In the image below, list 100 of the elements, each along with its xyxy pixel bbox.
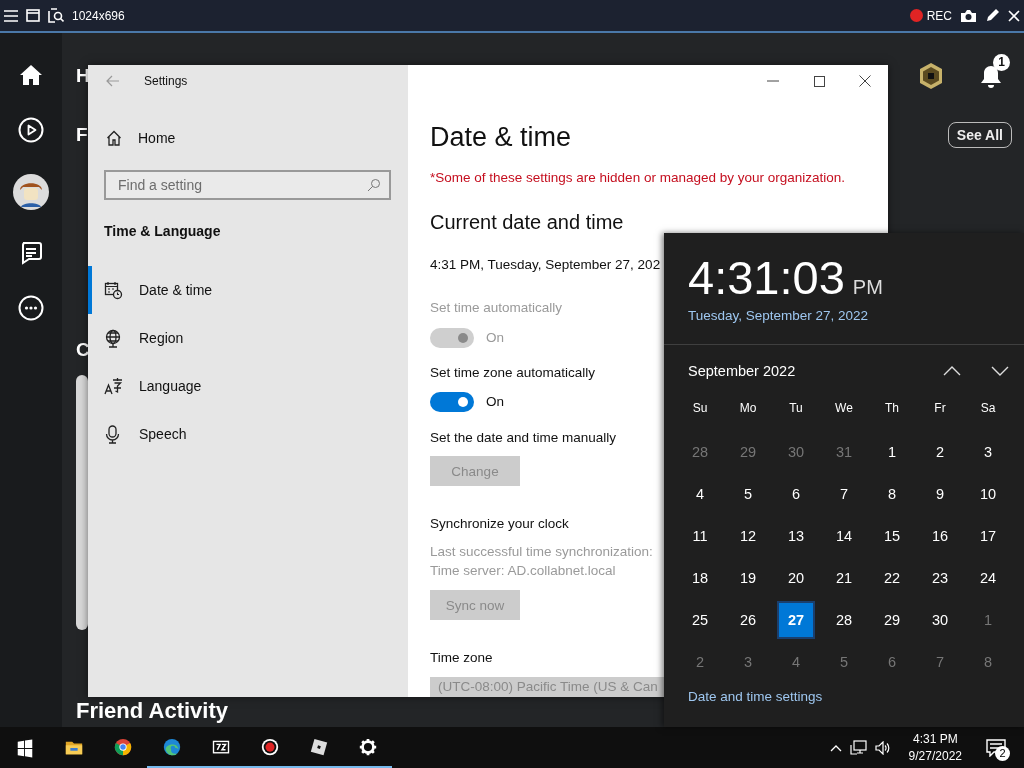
record-icon[interactable] (259, 737, 280, 758)
toggle-label: Set time automatically (430, 299, 563, 317)
calendar-day[interactable]: 27 (777, 601, 815, 639)
more-icon[interactable] (18, 295, 44, 321)
clock-time: 4:31:03 (688, 252, 845, 304)
window-icon[interactable] (26, 9, 40, 22)
calendar-day[interactable]: 10 (969, 475, 1007, 513)
calendar-day[interactable]: 26 (729, 601, 767, 639)
calendar-day[interactable]: 16 (921, 517, 959, 555)
chevron-down-icon (991, 366, 1009, 376)
calendar-day[interactable]: 4 (681, 475, 719, 513)
toggle-state: On (486, 393, 504, 411)
calendar-day[interactable]: 6 (777, 475, 815, 513)
camera-icon[interactable] (960, 8, 977, 23)
home-link[interactable]: Home (88, 122, 408, 154)
weekday-label: Tu (788, 400, 804, 417)
calendar-day[interactable]: 28 (681, 433, 719, 471)
calendar-day[interactable]: 12 (729, 517, 767, 555)
calendar-day[interactable]: 14 (825, 517, 863, 555)
see-all-button[interactable]: See All (947, 122, 1012, 148)
calendar-day[interactable]: 6 (873, 643, 911, 681)
calendar-day[interactable]: 5 (825, 643, 863, 681)
hexagon-coin-icon[interactable] (918, 62, 944, 90)
calendar-day[interactable]: 30 (921, 601, 959, 639)
calendar-day[interactable]: 4 (777, 643, 815, 681)
browser-icon[interactable] (112, 737, 133, 758)
calendar-day[interactable]: 28 (825, 601, 863, 639)
notification-badge: 2 (995, 746, 1010, 761)
search-icon[interactable] (367, 178, 381, 192)
maximize-icon (813, 75, 825, 87)
calendar-day[interactable]: 5 (729, 475, 767, 513)
calendar-day[interactable]: 23 (921, 559, 959, 597)
calendar-day[interactable]: 18 (681, 559, 719, 597)
calendar-day[interactable]: 19 (729, 559, 767, 597)
calendar-day[interactable]: 15 (873, 517, 911, 555)
record-label[interactable]: REC (926, 8, 952, 23)
policy-notice: *Some of these settings are hidden or managed by your organization. (430, 169, 845, 187)
calendar-day[interactable]: 11 (681, 517, 719, 555)
calendar-day[interactable]: 13 (777, 517, 815, 555)
calendar-day[interactable]: 3 (729, 643, 767, 681)
toggle-label: Set time zone automatically (430, 364, 596, 382)
calendar-day[interactable]: 3 (969, 433, 1007, 471)
calendar-day[interactable]: 25 (681, 601, 719, 639)
weekday-label: Sa (979, 400, 997, 417)
nav-item[interactable]: Region (88, 314, 408, 362)
bell-icon[interactable] (980, 64, 1002, 88)
avatar-icon[interactable] (12, 173, 50, 211)
calendar-day[interactable]: 1 (969, 601, 1007, 639)
calendar-day[interactable]: 29 (873, 601, 911, 639)
toggle-state: On (486, 329, 504, 347)
resolution-label: 1024x696 (72, 8, 125, 23)
calendar-day[interactable]: 24 (969, 559, 1007, 597)
weekday-label: We (834, 400, 854, 417)
chat-icon[interactable] (19, 241, 43, 265)
play-icon[interactable] (18, 117, 44, 143)
calendar-day[interactable]: 30 (777, 433, 815, 471)
calendar-day[interactable]: 7 (921, 643, 959, 681)
calendar-day[interactable]: 29 (729, 433, 767, 471)
menu-icon[interactable] (4, 9, 18, 22)
globe-icon (104, 328, 123, 348)
settings-icon[interactable] (357, 737, 378, 758)
home-icon (106, 130, 122, 146)
weekday-label: Fr (933, 400, 947, 417)
calendar-day[interactable]: 22 (873, 559, 911, 597)
volume-icon[interactable] (874, 740, 891, 755)
language-icon (104, 376, 123, 396)
close-icon (859, 75, 871, 87)
nav-item[interactable]: Speech (88, 410, 408, 458)
window-title: Settings (144, 74, 188, 88)
home-icon[interactable] (19, 63, 43, 87)
calendar-day[interactable]: 31 (825, 433, 863, 471)
taskbar-date[interactable]: 9/27/2022 (908, 747, 962, 765)
calendar-day[interactable]: 8 (873, 475, 911, 513)
search-field[interactable]: Find a setting (104, 170, 391, 200)
taskbar-time[interactable]: 4:31 PM (908, 730, 962, 748)
calendar-day[interactable]: 9 (921, 475, 959, 513)
zoom-icon[interactable] (48, 8, 64, 23)
nav-item[interactable]: Language (88, 362, 408, 410)
sync-info: Time server: AD.collabnet.local (430, 562, 616, 580)
browser-wave-icon[interactable] (161, 737, 182, 758)
calendar-day[interactable]: 1 (873, 433, 911, 471)
calendar-day[interactable]: 17 (969, 517, 1007, 555)
toggle-switch[interactable] (430, 392, 474, 412)
weekday-label: Th (884, 400, 900, 417)
search-input[interactable]: Find a setting (116, 176, 367, 194)
notification-icon[interactable] (986, 738, 1006, 757)
network-icon[interactable] (849, 740, 867, 755)
calendar-day[interactable]: 7 (825, 475, 863, 513)
month-label[interactable]: September 2022 (676, 363, 928, 379)
calendar-day[interactable]: 2 (681, 643, 719, 681)
calendar-day[interactable]: 8 (969, 643, 1007, 681)
notification-badge: 1 (993, 54, 1010, 71)
close-icon[interactable] (1008, 9, 1020, 22)
clock-date[interactable]: Tuesday, September 27, 2022 (688, 307, 1024, 325)
caret-up-icon[interactable] (829, 743, 842, 752)
calendar-day[interactable]: 20 (777, 559, 815, 597)
calendar-day[interactable]: 21 (825, 559, 863, 597)
current-date-time: 4:31 PM, Tuesday, September 27, 202 (430, 256, 661, 274)
calendar-day[interactable]: 2 (921, 433, 959, 471)
pen-icon[interactable] (985, 8, 1000, 23)
